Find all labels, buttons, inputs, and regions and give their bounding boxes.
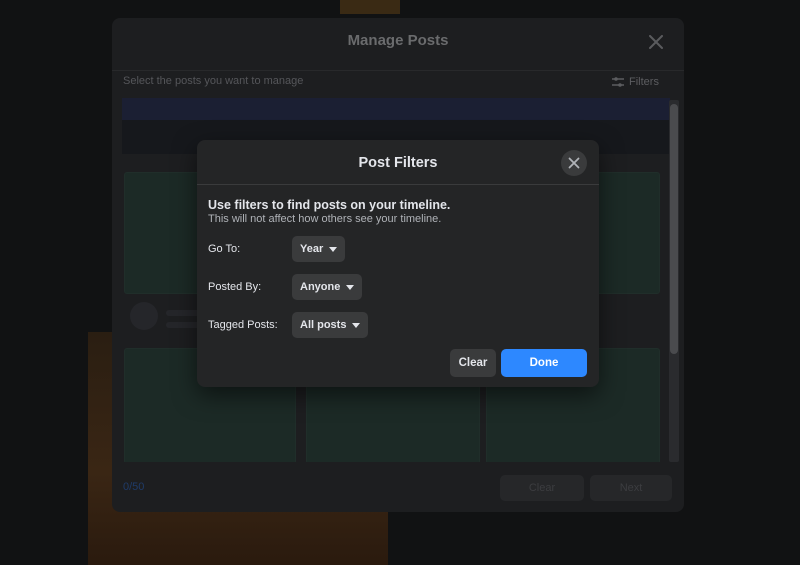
- selected-count: 0/50: [123, 481, 145, 493]
- close-icon: [568, 157, 580, 169]
- post-filters-dialog: Post Filters Use filters to find posts o…: [197, 140, 599, 387]
- manage-posts-title: Manage Posts: [347, 32, 449, 49]
- manage-posts-close-button[interactable]: [642, 28, 670, 56]
- clear-button[interactable]: Clear: [450, 349, 496, 377]
- sliders-icon: [612, 77, 624, 87]
- filters-button[interactable]: Filters: [606, 70, 672, 94]
- manage-posts-subtitle: Select the posts you want to manage: [123, 75, 304, 87]
- scrollbar[interactable]: [669, 100, 679, 462]
- post-image: [122, 98, 670, 120]
- done-button[interactable]: Done: [501, 349, 587, 377]
- scrollbar-thumb[interactable]: [670, 104, 678, 354]
- caret-down-icon: [329, 246, 338, 252]
- divider: [112, 70, 684, 71]
- manage-next-button[interactable]: Next: [590, 475, 672, 501]
- filters-button-label: Filters: [629, 76, 659, 88]
- posted-by-value: Anyone: [300, 281, 341, 293]
- go-to-dropdown[interactable]: Year: [292, 236, 346, 262]
- dialog-subheading: This will not affect how others see your…: [208, 213, 442, 225]
- tagged-posts-label: Tagged Posts:: [208, 319, 278, 331]
- caret-down-icon: [352, 322, 361, 328]
- tagged-posts-value: All posts: [300, 319, 347, 331]
- posted-by-dropdown[interactable]: Anyone: [292, 274, 363, 300]
- divider: [197, 184, 599, 185]
- dialog-title: Post Filters: [358, 155, 438, 171]
- tagged-posts-dropdown[interactable]: All posts: [292, 312, 369, 338]
- caret-down-icon: [346, 284, 355, 290]
- dialog-heading: Use filters to find posts on your timeli…: [208, 198, 451, 212]
- background-image-fragment: [340, 0, 400, 14]
- avatar: [130, 302, 158, 330]
- posted-by-label: Posted By:: [208, 281, 262, 293]
- close-icon: [649, 35, 663, 49]
- manage-clear-button[interactable]: Clear: [500, 475, 584, 501]
- dialog-close-button[interactable]: [561, 150, 587, 176]
- go-to-label: Go To:: [208, 243, 241, 255]
- go-to-value: Year: [300, 243, 324, 255]
